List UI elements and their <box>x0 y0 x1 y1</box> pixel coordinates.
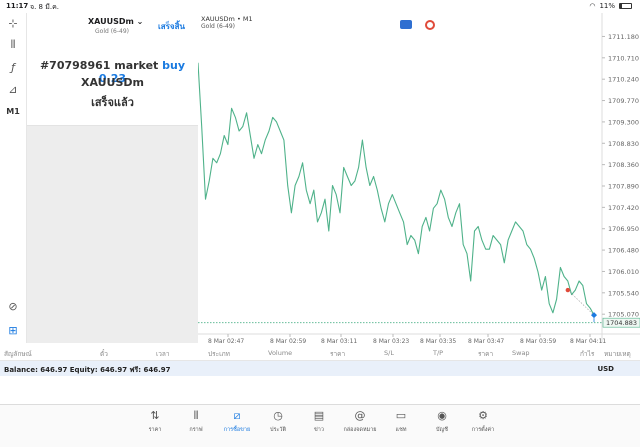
chart-svg[interactable]: 1711.180 1710.710 1710.240 1709.770 1709.300… <box>198 13 640 343</box>
timeframe-button[interactable]: M1 <box>4 103 22 119</box>
tab-quotes[interactable]: ⇅ ราคา <box>138 409 172 434</box>
account-icon: ◉ <box>437 409 447 422</box>
y-tick-label: 1706.010 <box>608 268 639 276</box>
balance-text: Balance: 646.97 Equity: 646.97 ฟรี: 646.… <box>4 366 171 374</box>
tab-chart[interactable]: ⫴ กราฟ <box>179 409 213 434</box>
order-panel: XAUUSDm ⌄ Gold (6-49) เสร็จสิ้น #7079896… <box>27 13 198 343</box>
news-icon: ▤ <box>313 409 325 422</box>
tab-label: ราคา <box>148 427 162 433</box>
current-price-label: 1704.883 <box>606 319 637 327</box>
mailbox-icon: @ <box>354 409 366 422</box>
balance-bar: Balance: 646.97 Equity: 646.97 ฟรี: 646.… <box>0 361 640 376</box>
settings-icon: ⚙ <box>478 409 488 422</box>
chart-icon: ⫴ <box>193 409 199 422</box>
crosshair-icon[interactable]: ⊹ <box>4 15 22 31</box>
tab-label: ประวัติ <box>269 427 287 433</box>
wifi-icon: ◠ <box>589 2 596 10</box>
tab-label: แชท <box>395 427 407 433</box>
col-ticket[interactable]: ตั๋ว <box>100 349 108 359</box>
tab-chat[interactable]: ▭ แชท <box>384 409 418 434</box>
status-time: 11:17 <box>6 2 29 10</box>
status-date: จ. 8 มี.ค. <box>30 3 59 11</box>
chart-toolbar: ⊹ ⫴ ƒ ⊿ M1 ⊘ ⊞ <box>0 13 27 343</box>
y-tick-label: 1708.830 <box>608 140 639 148</box>
order-ticket: #70798961 market <box>39 59 159 72</box>
battery-icon <box>619 3 632 9</box>
order-result: XAUUSDm ⌄ Gold (6-49) เสร็จสิ้น #7079896… <box>27 13 198 126</box>
candlestick-icon[interactable]: ⫴ <box>4 37 22 53</box>
y-tick-label: 1707.890 <box>608 183 639 191</box>
tab-label: กล่องจดหมาย <box>343 427 377 433</box>
tab-label: การซื้อขาย <box>223 427 251 433</box>
one-click-trading-icon[interactable] <box>400 20 412 29</box>
col-tp[interactable]: T/P <box>433 349 443 357</box>
done-button[interactable]: เสร็จสิ้น <box>158 20 185 33</box>
tab-bar: ⇅ ราคา ⫴ กราฟ ⧄ การซื้อขาย ◷ ประวัติ ▤ ข… <box>0 404 640 447</box>
col-swap[interactable]: Swap <box>512 349 530 357</box>
y-tick-label: 1705.070 <box>608 311 639 319</box>
col-price-current[interactable]: ราคา <box>478 349 493 359</box>
chevron-down-icon: ⌄ <box>136 17 144 26</box>
y-tick-label: 1710.240 <box>608 76 639 84</box>
order-symbol-line: XAUUSDm <box>80 76 145 89</box>
trade-table-header: สัญลักษณ์ ตั๋ว เวลา ประเภท Volume ราคา S… <box>0 343 640 361</box>
y-tick-label: 1705.540 <box>608 289 639 297</box>
order-status: เสร็จแล้ว <box>91 96 134 109</box>
tab-news[interactable]: ▤ ข่าว <box>302 409 336 434</box>
col-profit[interactable]: กำไร <box>580 349 594 359</box>
tab-label: ข่าว <box>314 427 324 433</box>
tab-label: บัญชี <box>436 427 448 433</box>
order-panel-empty <box>27 126 198 343</box>
y-tick-label: 1706.950 <box>608 225 639 233</box>
trade-panel-icon[interactable]: ⊞ <box>4 322 22 338</box>
col-comment[interactable]: หมายเหตุ <box>604 349 631 359</box>
tab-history[interactable]: ◷ ประวัติ <box>261 409 295 434</box>
tab-label: การตั้งค่า <box>471 427 495 433</box>
signal-icon[interactable] <box>425 20 435 30</box>
balance-currency: USD <box>597 365 614 373</box>
y-tick-label: 1709.300 <box>608 118 639 126</box>
tab-mailbox[interactable]: @ กล่องจดหมาย <box>343 409 377 434</box>
status-right: ◠ 11% <box>589 2 632 10</box>
y-tick-label: 1706.480 <box>608 247 639 255</box>
status-bar: 11:17 จ. 8 มี.ค. ◠ 11% <box>0 0 640 13</box>
order-symbol[interactable]: XAUUSDm ⌄ <box>88 17 143 26</box>
tab-label: กราฟ <box>189 427 203 433</box>
col-sl[interactable]: S/L <box>384 349 394 357</box>
zoom-icon[interactable]: ⊘ <box>4 298 22 314</box>
chart-title: XAUUSDm • M1 <box>201 15 253 23</box>
chart-subtitle: Gold (6-49) <box>201 23 236 30</box>
quotes-icon: ⇅ <box>150 409 160 422</box>
col-volume[interactable]: Volume <box>268 349 292 357</box>
col-price[interactable]: ราคา <box>330 349 345 359</box>
y-tick-label: 1707.420 <box>608 204 639 212</box>
y-tick-label: 1711.180 <box>608 33 639 41</box>
col-type[interactable]: ประเภท <box>208 349 230 359</box>
col-time[interactable]: เวลา <box>156 349 170 359</box>
y-tick-label: 1709.770 <box>608 97 639 105</box>
tab-settings[interactable]: ⚙ การตั้งค่า <box>466 409 500 434</box>
battery-percent: 11% <box>599 2 615 10</box>
indicators-icon[interactable]: ƒ <box>4 59 22 75</box>
y-tick-label: 1710.710 <box>608 54 639 62</box>
objects-icon[interactable]: ⊿ <box>4 81 22 97</box>
tab-trade[interactable]: ⧄ การซื้อขาย <box>220 409 254 434</box>
order-symbol-text: XAUUSDm <box>88 17 134 26</box>
order-symbol-description: Gold (6-49) <box>95 28 130 35</box>
chat-icon: ▭ <box>395 409 407 422</box>
sell-marker <box>565 287 571 293</box>
y-tick-label: 1708.360 <box>608 161 639 169</box>
price-chart[interactable]: 1711.180 1710.710 1710.240 1709.770 1709.300… <box>198 13 640 343</box>
tab-account[interactable]: ◉ บัญชี <box>425 409 459 434</box>
trade-icon: ⧄ <box>233 409 241 422</box>
history-icon: ◷ <box>273 409 283 422</box>
price-line <box>198 62 595 316</box>
col-symbol[interactable]: สัญลักษณ์ <box>4 349 32 359</box>
